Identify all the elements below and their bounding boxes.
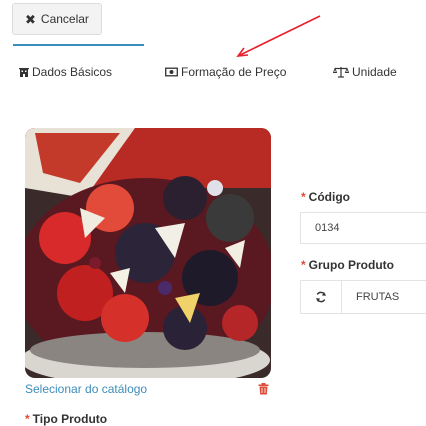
grupo-produto-label: * Grupo Produto: [301, 258, 394, 272]
cancel-button[interactable]: ✖ Cancelar: [12, 3, 102, 35]
codigo-value: 0134: [315, 222, 340, 234]
codigo-label: * Código: [301, 190, 350, 204]
required-mark: *: [25, 412, 30, 426]
tab-label: Formação de Preço: [181, 65, 287, 79]
cancel-label: Cancelar: [40, 12, 89, 26]
tab-unidade[interactable]: Unidade: [333, 64, 397, 80]
refresh-icon: [316, 291, 326, 303]
required-mark: *: [301, 190, 306, 204]
tab-label: Dados Básicos: [32, 65, 113, 79]
tab-bar: Dados Básicos Formação de Preço Unidade: [0, 44, 426, 96]
building-icon: [19, 67, 29, 77]
tab-formacao-preco[interactable]: Formação de Preço: [165, 64, 286, 80]
refresh-button[interactable]: [301, 281, 342, 313]
tab-dados-basicos[interactable]: Dados Básicos: [19, 64, 112, 80]
trash-icon[interactable]: [258, 382, 269, 400]
grupo-produto-value: FRUTAS: [356, 291, 400, 303]
select-from-catalog-link[interactable]: Selecionar do catálogo: [25, 382, 147, 396]
tipo-produto-label: * Tipo Produto: [25, 412, 108, 426]
codigo-input[interactable]: 0134: [300, 212, 426, 244]
required-mark: *: [301, 258, 306, 272]
balance-scale-icon: [333, 66, 349, 78]
grupo-produto-field[interactable]: FRUTAS: [300, 280, 426, 314]
times-icon: ✖: [25, 11, 36, 27]
product-image[interactable]: [25, 128, 271, 378]
money-icon: [165, 67, 178, 77]
active-tab-indicator: [13, 44, 144, 46]
tab-label: Unidade: [352, 65, 397, 79]
